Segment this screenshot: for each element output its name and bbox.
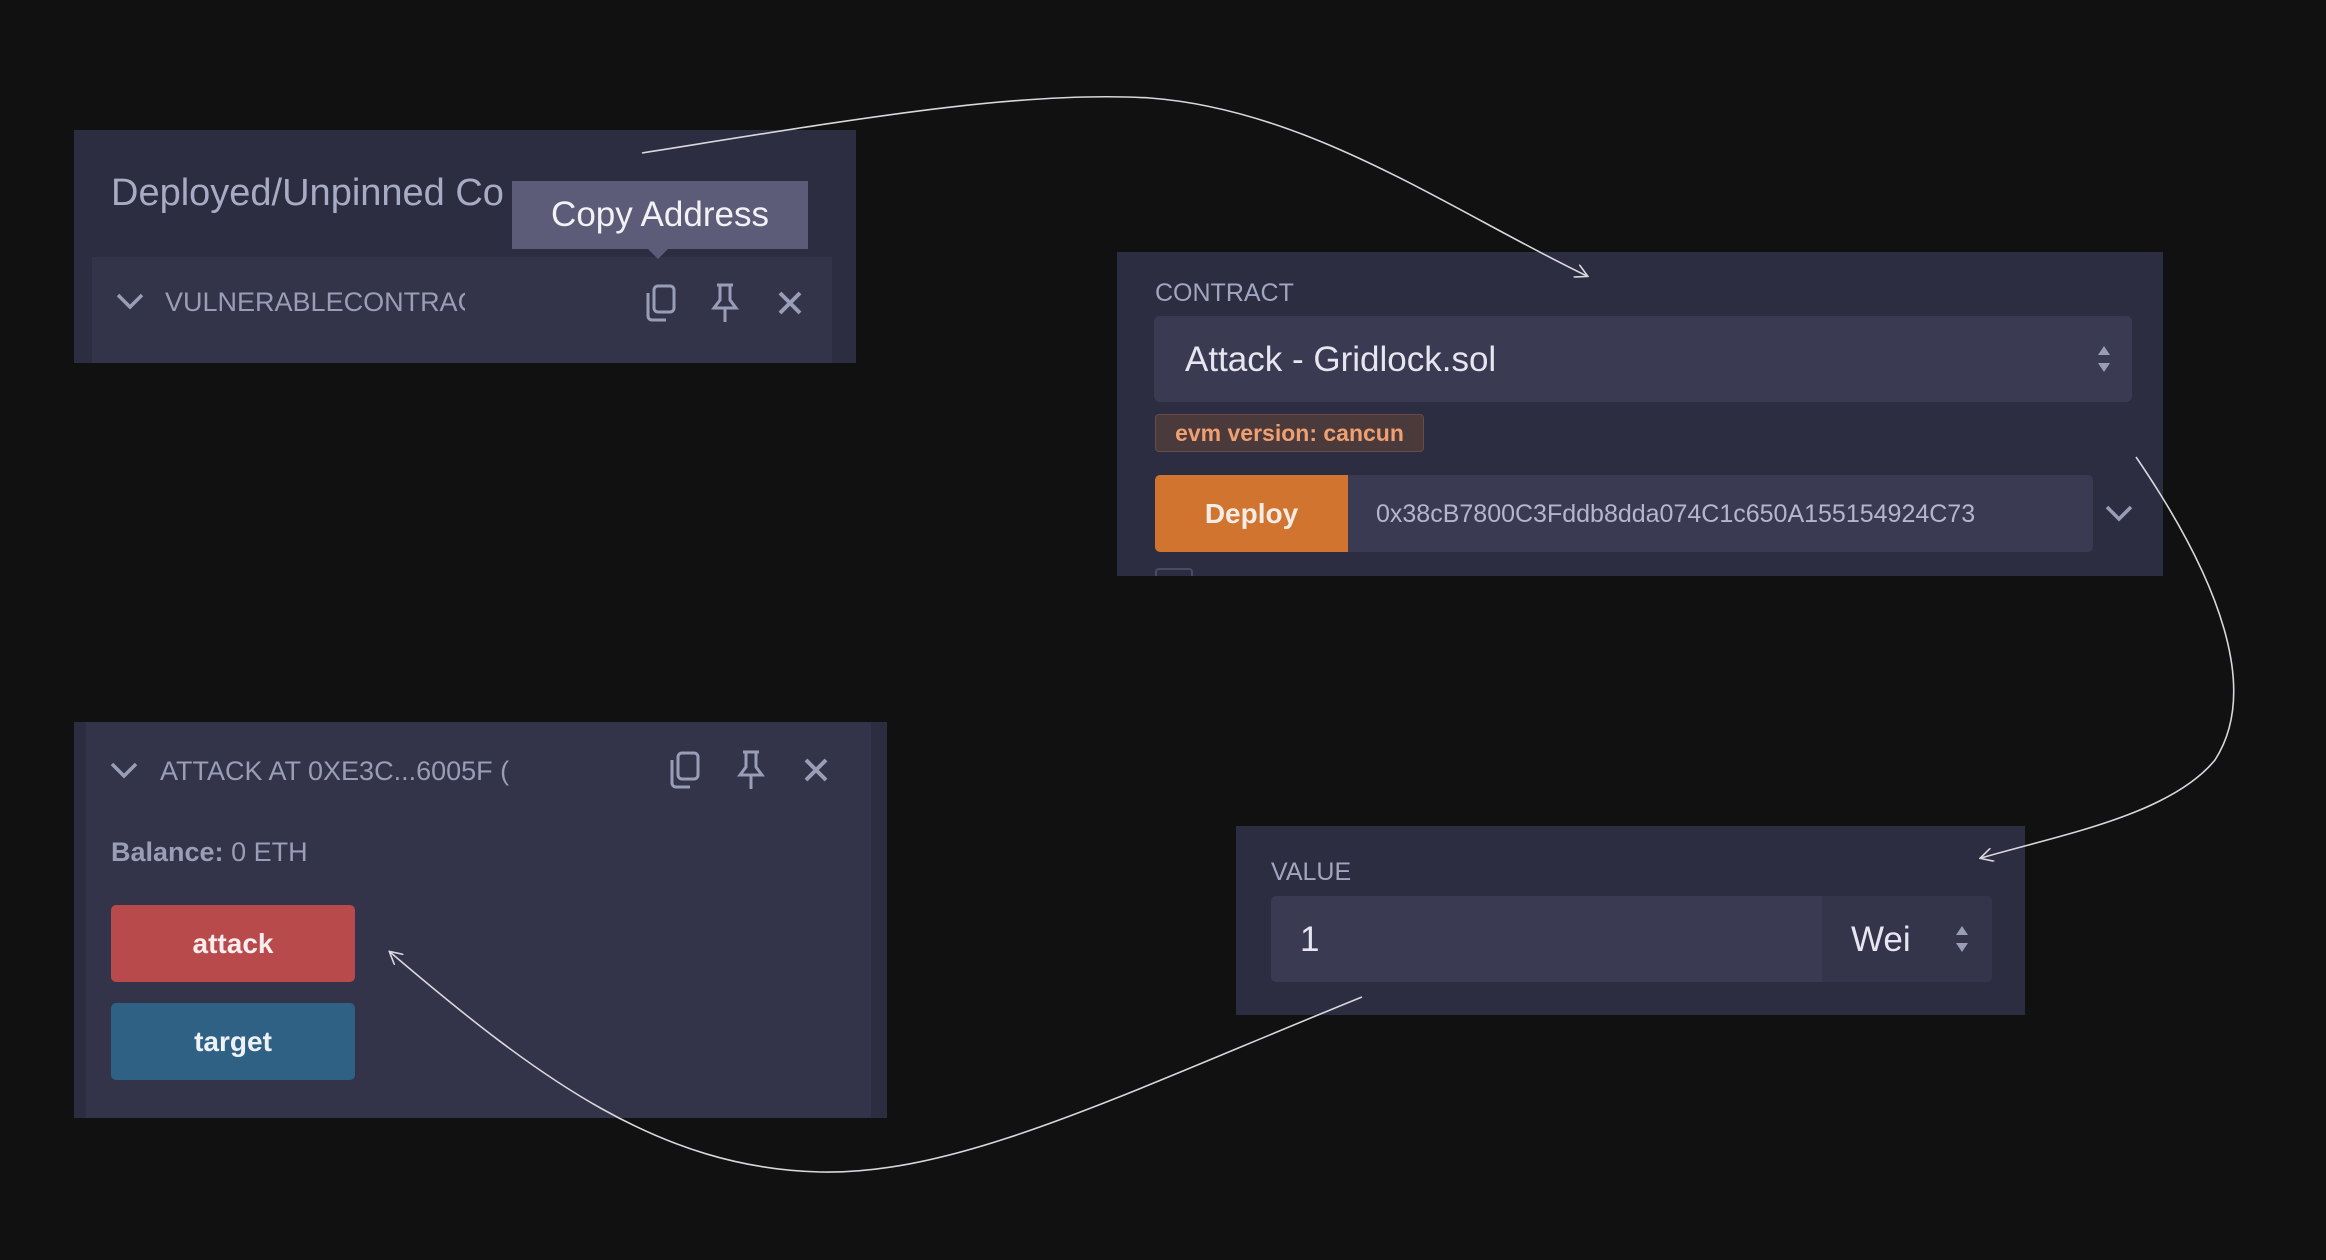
- copy-address-tooltip: Copy Address: [512, 181, 808, 259]
- unit-select[interactable]: Wei: [1822, 896, 1992, 982]
- attack-instance-panel: ATTACK AT 0XE3C...6005F (MEMORY Balance:…: [74, 722, 887, 1118]
- balance-value: 0 ETH: [231, 837, 308, 867]
- selected-contract: Attack - Gridlock.sol: [1185, 340, 1497, 379]
- chevron-down-icon[interactable]: [106, 752, 142, 788]
- checkbox[interactable]: [1155, 568, 1193, 576]
- deploy-button[interactable]: Deploy: [1155, 475, 1348, 552]
- tooltip-text: Copy Address: [551, 195, 769, 234]
- expand-args-chevron-icon[interactable]: [2102, 496, 2136, 530]
- balance-label: Balance:: [111, 837, 224, 867]
- value-panel: VALUE 1 Wei: [1236, 826, 2025, 1015]
- close-icon[interactable]: [772, 283, 808, 323]
- instance-label: VULNERABLECONTRACT AT 0X38(: [165, 287, 465, 317]
- deploy-args-value: 0x38cB7800C3Fddb8dda074C1c650A155154924C…: [1376, 500, 1976, 528]
- balance-row: Balance: 0 ETH: [111, 837, 308, 868]
- deploy-contract-panel: CONTRACT Attack - Gridlock.sol evm versi…: [1117, 252, 2163, 576]
- copy-icon[interactable]: [664, 748, 704, 792]
- target-label: target: [194, 1025, 272, 1057]
- tooltip-caret: [648, 249, 668, 259]
- contract-instance-row[interactable]: VULNERABLECONTRACT AT 0X38(: [92, 257, 832, 363]
- chevron-down-icon[interactable]: [112, 283, 148, 319]
- evm-version-badge: evm version: cancun: [1155, 414, 1424, 452]
- close-icon[interactable]: [798, 750, 834, 790]
- panel-right-edge: [871, 722, 887, 1118]
- target-button[interactable]: target: [111, 1003, 355, 1080]
- value-input[interactable]: 1: [1271, 896, 1822, 982]
- panel-left-edge: [74, 722, 86, 1118]
- deployed-contracts-panel: Deployed/Unpinned Co VULNERABLECONTRACT …: [74, 130, 856, 363]
- instance-label: ATTACK AT 0XE3C...6005F (MEMORY: [160, 756, 510, 786]
- deploy-label: Deploy: [1204, 497, 1299, 529]
- value-input-text: 1: [1300, 920, 1320, 959]
- panel-title: Deployed/Unpinned Co: [111, 172, 504, 214]
- contract-select[interactable]: Attack - Gridlock.sol: [1154, 316, 2132, 402]
- unit-select-value: Wei: [1851, 920, 1911, 959]
- attack-label: attack: [192, 927, 274, 959]
- deploy-args-input[interactable]: 0x38cB7800C3Fddb8dda074C1c650A155154924C…: [1348, 475, 2093, 552]
- copy-icon[interactable]: [640, 281, 680, 325]
- pin-icon[interactable]: [705, 281, 745, 325]
- evm-version-text: evm version: cancun: [1175, 419, 1404, 446]
- attack-button[interactable]: attack: [111, 905, 355, 982]
- value-label: VALUE: [1271, 858, 1352, 886]
- contract-label: CONTRACT: [1155, 279, 1294, 307]
- select-updown-icon: [1950, 922, 1974, 956]
- select-updown-icon: [2092, 342, 2116, 376]
- pin-icon[interactable]: [731, 748, 771, 792]
